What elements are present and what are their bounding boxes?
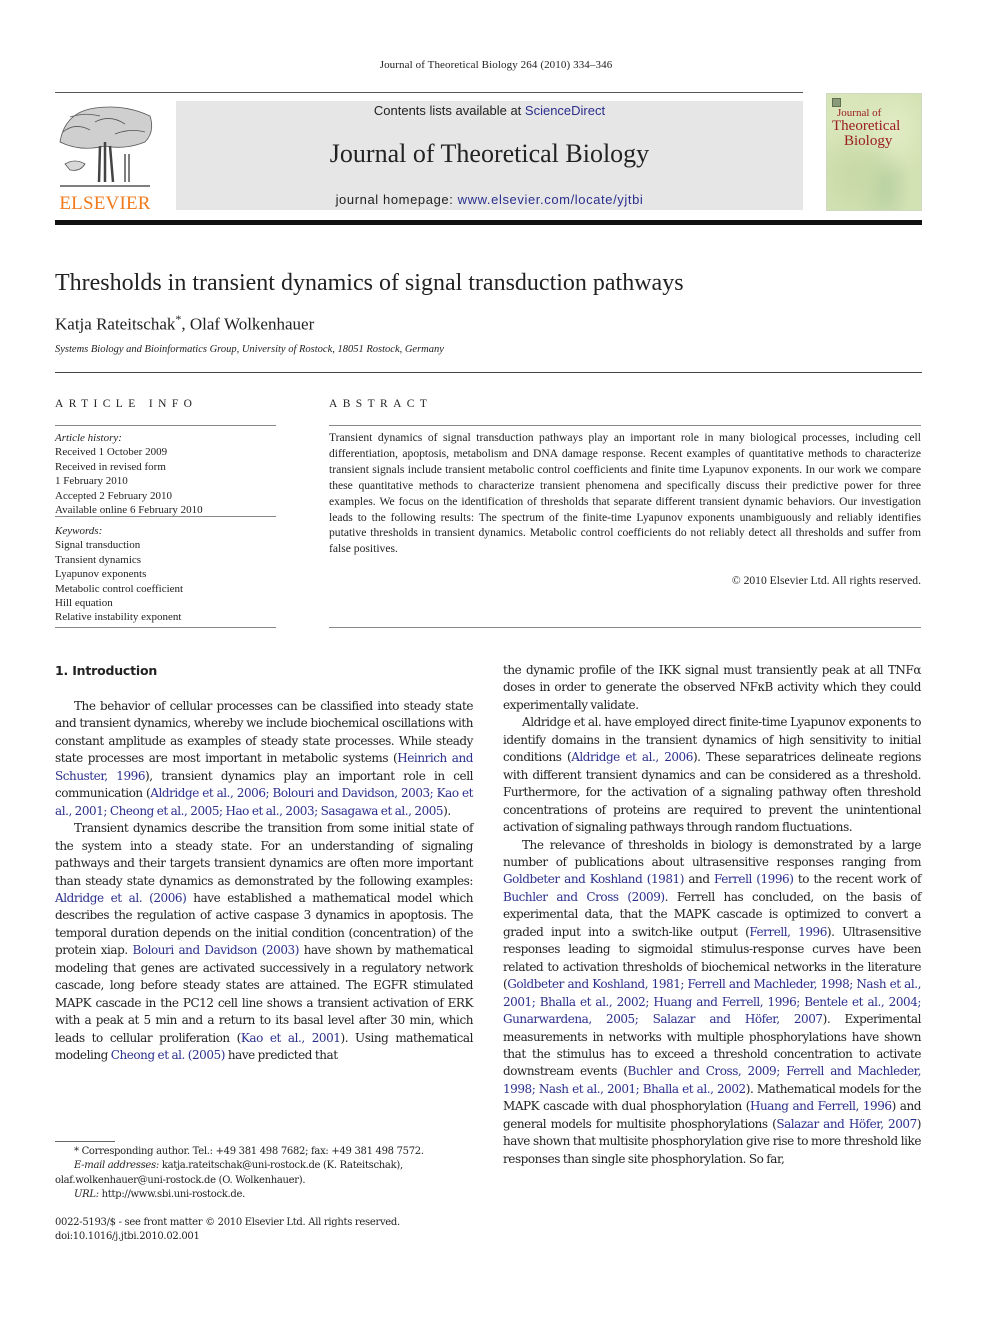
author-name[interactable]: Katja Rateitschak [55, 315, 175, 334]
journal-cover-thumbnail[interactable]: Journal of Theoretical Biology [826, 93, 922, 211]
abstract-text: Transient dynamics of signal transductio… [329, 431, 921, 556]
citation-link[interactable]: Cheong et al. (2005) [111, 1048, 226, 1062]
top-rule [55, 92, 803, 93]
article-history-label: Article history: [55, 432, 122, 444]
citation-link[interactable]: Goldbeter and Koshland (1981) [503, 872, 684, 886]
keywords-label: Keywords: [55, 525, 103, 537]
corresponding-author-note: * Corresponding author. Tel.: +49 381 49… [74, 1146, 424, 1157]
contents-prefix: Contents lists available at [373, 103, 525, 118]
keyword-item: Transient dynamics [55, 553, 142, 566]
issn-doi: 0022-5193/$ - see front matter © 2010 El… [55, 1216, 400, 1245]
author-name[interactable]: Olaf Wolkenhauer [190, 315, 314, 334]
history-item: Accepted 2 February 2010 [55, 489, 172, 502]
history-item: Received 1 October 2009 [55, 446, 168, 459]
elsevier-logo[interactable]: ELSEVIER [55, 102, 155, 214]
cover-publisher-badge-icon [832, 98, 841, 107]
citation-link[interactable]: Salazar and Höfer, 2007 [776, 1117, 917, 1131]
sciencedirect-link[interactable]: ScienceDirect [525, 103, 605, 118]
keyword-item: Lyapunov exponents [55, 568, 147, 581]
paragraph-text: and [683, 872, 714, 887]
citation-link[interactable]: Ferrell (1996) [714, 872, 794, 886]
article-history: Article history: Received 1 October 2009… [55, 431, 276, 517]
paragraph-text: have predicted that [224, 1048, 338, 1063]
url-note: URL: http://www.sbi.uni-rostock.de. [55, 1188, 475, 1202]
cover-title-line3: Biology [844, 133, 893, 149]
url-link[interactable]: http://www.sbi.uni-rostock.de. [99, 1189, 246, 1200]
citation-link[interactable]: Ferrell, 1996 [749, 925, 827, 939]
keywords: Keywords: Signal transduction Transient … [55, 524, 276, 625]
citation-link[interactable]: Buchler and Cross (2009) [503, 890, 665, 904]
abstract-rule [329, 425, 921, 426]
footnotes: * Corresponding author. Tel.: +49 381 49… [55, 1145, 475, 1203]
paragraph: Transient dynamics describe the transiti… [55, 820, 473, 1064]
citation-link[interactable]: Huang and Ferrell, 1996 [750, 1099, 892, 1113]
abstract-copyright: © 2010 Elsevier Ltd. All rights reserved… [731, 574, 921, 587]
citation-link[interactable]: Aldridge et al., 2006 [571, 750, 693, 764]
citation-link[interactable]: Aldridge et al. (2006) [55, 891, 187, 905]
publisher-logo-word: ELSEVIER [59, 193, 151, 214]
url-label: URL: [74, 1189, 99, 1201]
paragraph: Aldridge et al. have employed direct fin… [503, 714, 921, 836]
homepage-prefix: journal homepage: [335, 192, 458, 207]
paragraph-text: have shown by mathematical modeling that… [55, 943, 473, 1045]
journal-homepage-link[interactable]: www.elsevier.com/locate/yjtbi [458, 192, 644, 207]
journal-masthead: Contents lists available at ScienceDirec… [176, 101, 803, 210]
paragraph-text: The relevance of thresholds in biology i… [503, 837, 921, 869]
paragraph: The relevance of thresholds in biology i… [503, 837, 921, 1169]
issn-line: 0022-5193/$ - see front matter © 2010 El… [55, 1217, 400, 1228]
email-note: E-mail addresses: katja.rateitschak@uni-… [55, 1159, 475, 1173]
paragraph-text: the dynamic profile of the IKK signal mu… [503, 663, 921, 712]
keyword-item: Relative instability exponent [55, 611, 182, 624]
doi-link[interactable]: doi:10.1016/j.jtbi.2010.02.001 [55, 1230, 400, 1244]
keyword-item: Hill equation [55, 597, 113, 610]
email-label: E-mail addresses: [74, 1160, 159, 1172]
keyword-item: Signal transduction [55, 539, 141, 552]
history-keywords-rule [55, 516, 276, 517]
section-divider [55, 372, 922, 373]
email-address[interactable]: olaf.wolkenhauer@uni-rostock.de (O. Wolk… [55, 1174, 475, 1188]
body-column-left: The behavior of cellular processes can b… [55, 698, 473, 1065]
paragraph-text: to the recent work of [793, 872, 922, 887]
author-separator: , [181, 314, 190, 334]
contents-line: Contents lists available at ScienceDirec… [176, 103, 803, 118]
paragraph-text: ). [443, 803, 451, 818]
homepage-line: journal homepage: www.elsevier.com/locat… [176, 192, 803, 207]
citation-link[interactable]: Bolouri and Davidson (2003) [132, 943, 299, 957]
paragraph: The behavior of cellular processes can b… [55, 698, 473, 820]
citation-link[interactable]: Kao et al., 2001 [241, 1031, 341, 1045]
paragraph-text: Transient dynamics describe the transiti… [55, 821, 473, 888]
article-info-rule [55, 425, 276, 426]
article-info-bottom-rule [55, 627, 276, 628]
abstract-heading: ABSTRACT [329, 398, 433, 410]
introduction-heading: 1. Introduction [55, 663, 158, 678]
history-item: Received in revised form [55, 460, 166, 473]
journal-title: Journal of Theoretical Biology [329, 139, 650, 168]
history-item: 1 February 2010 [55, 475, 128, 488]
elsevier-tree-icon [59, 106, 153, 187]
affiliation: Systems Biology and Bioinformatics Group… [55, 344, 444, 355]
running-head: Journal of Theoretical Biology 264 (2010… [379, 59, 613, 71]
body-column-right: the dynamic profile of the IKK signal mu… [503, 662, 921, 1168]
paragraph: the dynamic profile of the IKK signal mu… [503, 662, 921, 714]
article-title: Thresholds in transient dynamics of sign… [55, 270, 684, 296]
article-info-heading: ARTICLE INFO [55, 398, 198, 410]
keyword-item: Metabolic control coefficient [55, 582, 184, 595]
header-thick-rule [55, 220, 922, 225]
author-list: Katja Rateitschak*, Olaf Wolkenhauer [55, 312, 314, 335]
email-address[interactable]: katja.rateitschak@uni-rostock.de (K. Rat… [159, 1160, 403, 1171]
abstract-bottom-rule [329, 627, 921, 628]
footnote-rule [55, 1141, 115, 1142]
